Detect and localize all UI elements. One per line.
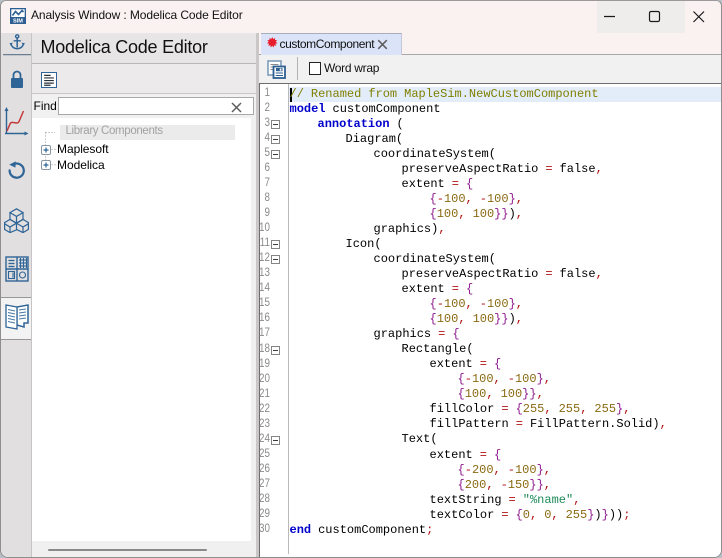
svg-text:SIM: SIM: [13, 19, 23, 24]
